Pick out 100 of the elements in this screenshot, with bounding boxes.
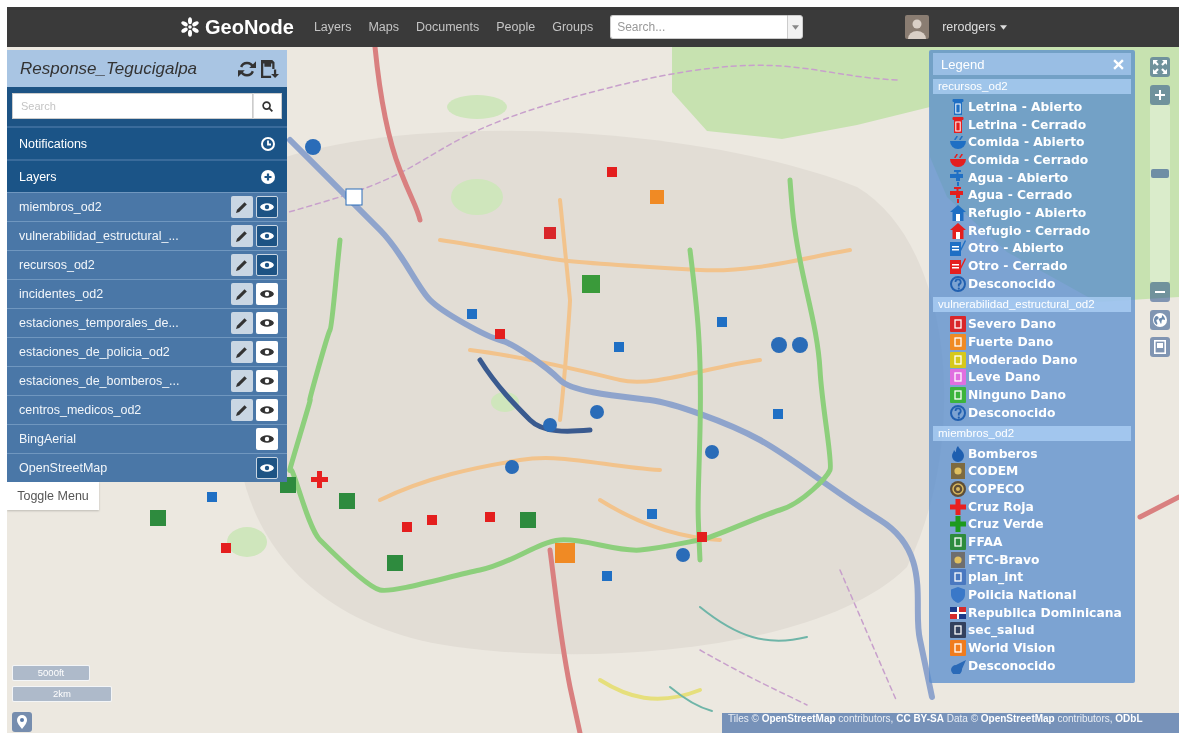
edit-button[interactable] xyxy=(231,196,253,218)
square-marker-icon[interactable] xyxy=(221,543,231,553)
square-marker-icon[interactable] xyxy=(607,167,617,177)
search-button[interactable] xyxy=(253,93,282,119)
layer-row[interactable]: recursos_od2 xyxy=(7,250,287,279)
layer-row[interactable]: BingAerial xyxy=(7,424,287,453)
cross-icon[interactable] xyxy=(311,471,328,488)
square-marker-icon[interactable] xyxy=(614,342,624,352)
edit-button[interactable] xyxy=(231,254,253,276)
square-marker-icon[interactable] xyxy=(402,522,412,532)
search-field[interactable]: Search... xyxy=(610,15,788,39)
legend-label: CODEM xyxy=(968,464,1019,479)
edit-button[interactable] xyxy=(231,370,253,392)
refresh-button[interactable] xyxy=(238,59,256,78)
legend-label: COPECO xyxy=(968,481,1025,496)
round-marker-icon[interactable] xyxy=(771,337,787,353)
legend-label: Ninguno Dano xyxy=(968,388,1066,403)
save-button[interactable] xyxy=(261,59,279,78)
square-marker-icon[interactable] xyxy=(544,227,556,239)
toggle-menu-button[interactable]: Toggle Menu xyxy=(7,482,99,510)
edit-button[interactable] xyxy=(231,399,253,421)
square-marker-icon[interactable] xyxy=(697,532,707,542)
legend-title: Legend xyxy=(941,56,985,72)
square-marker-icon[interactable] xyxy=(427,515,437,525)
attribution-link[interactable]: ODbL xyxy=(1115,713,1143,724)
square-marker-icon[interactable] xyxy=(345,188,363,206)
pencil-icon xyxy=(236,230,248,242)
zoom-out-button[interactable] xyxy=(1150,282,1170,302)
layer-row[interactable]: estaciones_de_policia_od2 xyxy=(7,337,287,366)
visibility-button[interactable] xyxy=(256,370,278,392)
layer-row[interactable]: centros_medicos_od2 xyxy=(7,395,287,424)
visibility-button[interactable] xyxy=(256,457,278,479)
visibility-button[interactable] xyxy=(256,196,278,218)
fullscreen-button[interactable] xyxy=(1150,57,1170,77)
legend-label: Agua - Cerrado xyxy=(968,188,1073,203)
pencil-icon xyxy=(236,317,248,329)
layer-row[interactable]: estaciones_temporales_de... xyxy=(7,308,287,337)
attribution-link[interactable]: OpenStreetMap xyxy=(761,713,836,724)
square-marker-icon[interactable] xyxy=(485,512,495,522)
visibility-button[interactable] xyxy=(256,341,278,363)
layer-row[interactable]: incidentes_od2 xyxy=(7,279,287,308)
edit-button[interactable] xyxy=(231,283,253,305)
square-marker-icon[interactable] xyxy=(555,543,575,563)
square-marker-icon[interactable] xyxy=(582,275,600,293)
layer-switcher-button[interactable] xyxy=(1150,310,1170,330)
square-marker-icon[interactable] xyxy=(207,492,217,502)
brand-link[interactable]: GeoNode xyxy=(180,15,294,39)
nav-link[interactable]: People xyxy=(496,20,536,34)
layer-row[interactable]: estaciones_de_bomberos_... xyxy=(7,366,287,395)
round-marker-icon[interactable] xyxy=(305,139,321,155)
square-marker-icon[interactable] xyxy=(339,493,355,509)
attribution-link[interactable]: OpenStreetMap xyxy=(980,713,1055,724)
square-marker-icon[interactable] xyxy=(602,571,612,581)
layer-name: estaciones_de_bomberos_... xyxy=(19,374,181,388)
visibility-button[interactable] xyxy=(256,399,278,421)
zoom-in-button[interactable] xyxy=(1150,85,1170,105)
square-marker-icon[interactable] xyxy=(387,555,403,571)
square-marker-icon[interactable] xyxy=(495,329,505,339)
close-button[interactable] xyxy=(1113,58,1124,70)
square-marker-icon[interactable] xyxy=(717,317,727,327)
layer-name: OpenStreetMap xyxy=(19,461,109,475)
round-marker-icon[interactable] xyxy=(676,548,690,562)
round-marker-icon[interactable] xyxy=(792,337,808,353)
zoom-slider-thumb[interactable] xyxy=(1151,168,1169,178)
layer-row[interactable]: vulnerabilidad_estructural_... xyxy=(7,221,287,250)
visibility-button[interactable] xyxy=(256,283,278,305)
visibility-button[interactable] xyxy=(256,225,278,247)
nav-link[interactable]: Documents xyxy=(416,20,480,34)
layer-row[interactable]: miembros_od2 xyxy=(7,192,287,221)
visibility-button[interactable] xyxy=(256,312,278,334)
nav-link[interactable]: Layers xyxy=(313,20,352,34)
dropdown-button[interactable] xyxy=(787,15,804,39)
layer-row[interactable]: OpenStreetMap xyxy=(7,453,287,482)
visibility-button[interactable] xyxy=(256,428,278,450)
edit-button[interactable] xyxy=(231,225,253,247)
attribution-link[interactable]: CC BY-SA xyxy=(896,713,944,724)
legend-label: Refugio - Abierto xyxy=(968,205,1087,220)
round-marker-icon[interactable] xyxy=(705,445,719,459)
round-marker-icon[interactable] xyxy=(505,460,519,474)
locate-button[interactable] xyxy=(12,712,32,732)
square-marker-icon[interactable] xyxy=(650,190,664,204)
overview-button[interactable] xyxy=(1150,337,1170,357)
search-field[interactable]: Search xyxy=(12,93,253,119)
round-marker-icon[interactable] xyxy=(590,405,604,419)
nav-link[interactable]: Groups xyxy=(552,20,594,34)
legend-label: Cruz Verde xyxy=(968,517,1044,532)
user-menu[interactable]: rerodgers xyxy=(942,20,1007,34)
square-marker-icon[interactable] xyxy=(647,509,657,519)
square-marker-icon[interactable] xyxy=(773,409,783,419)
legend-label: Refugio - Cerrado xyxy=(968,223,1091,238)
round-marker-icon[interactable] xyxy=(543,418,557,432)
edit-button[interactable] xyxy=(231,312,253,334)
edit-button[interactable] xyxy=(231,341,253,363)
square-marker-icon[interactable] xyxy=(520,512,536,528)
legend-label: Severo Dano xyxy=(968,317,1057,332)
legend-label: FFAA xyxy=(968,534,1003,549)
visibility-button[interactable] xyxy=(256,254,278,276)
square-marker-icon[interactable] xyxy=(467,309,477,319)
square-marker-icon[interactable] xyxy=(150,510,166,526)
nav-link[interactable]: Maps xyxy=(368,20,399,34)
